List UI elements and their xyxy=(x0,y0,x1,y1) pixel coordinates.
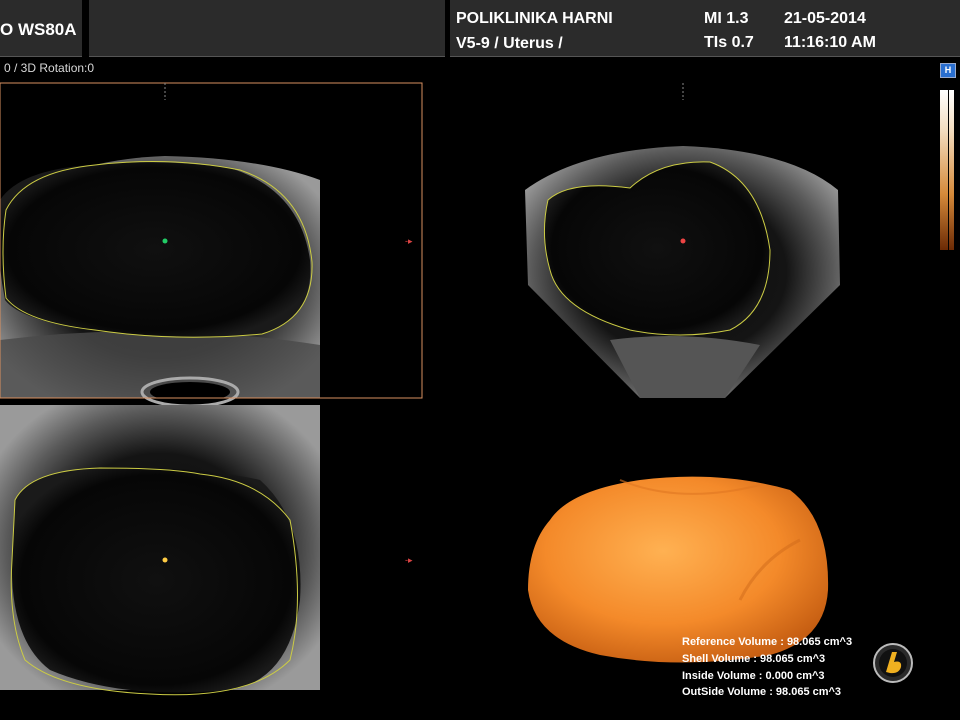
marker-green[interactable] xyxy=(162,238,168,244)
inside-volume: Inside Volume : 0.000 cm^3 xyxy=(682,670,825,682)
svg-text:-▸: -▸ xyxy=(405,236,413,246)
view-top-right[interactable] xyxy=(525,83,840,398)
view-3d-render[interactable] xyxy=(528,476,829,663)
marker-red[interactable] xyxy=(680,238,686,244)
vendor-logo-icon xyxy=(873,643,913,683)
shell-volume: Shell Volume : 98.065 cm^3 xyxy=(682,653,826,665)
svg-text:-▸: -▸ xyxy=(405,555,413,565)
view-bottom-left[interactable]: -▸ xyxy=(0,405,413,696)
volume-render-shape xyxy=(528,476,829,663)
reference-volume: Reference Volume : 98.065 cm^3 xyxy=(682,636,853,648)
view-top-left[interactable]: -▸ xyxy=(0,82,423,408)
ultrasound-views: -▸ -▸ xyxy=(0,82,840,696)
outside-volume: OutSide Volume : 98.065 cm^3 xyxy=(682,686,842,698)
marker-yellow[interactable] xyxy=(162,557,168,563)
